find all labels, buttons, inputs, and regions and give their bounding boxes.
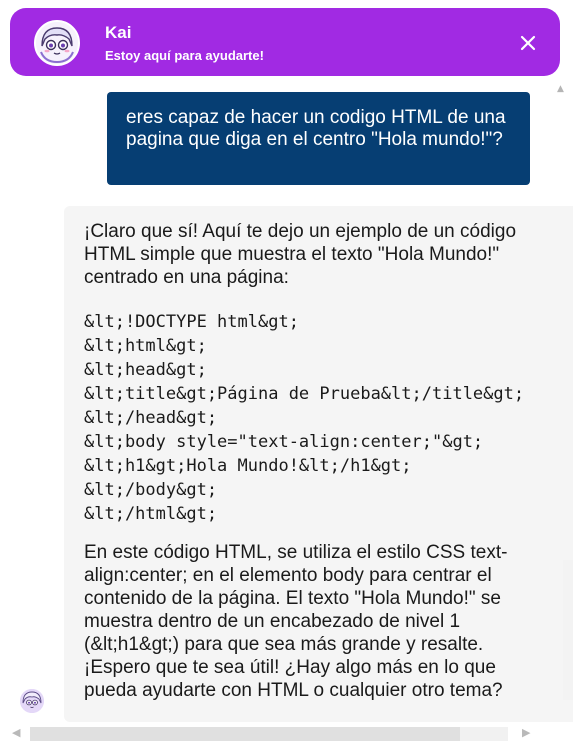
bot-outro-line: pueda ayudarte con HTML o cualquier otro…	[84, 680, 503, 701]
bot-outro-line: En este código HTML, se utiliza el estil…	[84, 542, 508, 563]
bot-outro-line: muestra dentro de un encabezado de nivel…	[84, 611, 461, 632]
close-icon[interactable]	[513, 28, 543, 58]
code-block: &lt;!DOCTYPE html&gt; &lt;html&gt; &lt;h…	[84, 310, 573, 526]
scroll-right-arrow-icon[interactable]: ▶	[522, 726, 530, 739]
assistant-name: Kai	[105, 23, 132, 42]
code-line: &lt;html&gt;	[84, 336, 207, 356]
code-line: &lt;title&gt;Página de Prueba&lt;/title&…	[84, 384, 525, 404]
bot-outro-line: align:center; en el elemento body para c…	[84, 565, 492, 586]
scroll-left-arrow-icon[interactable]: ◀	[12, 726, 20, 739]
assistant-status: Estoy aquí para ayudarte!	[105, 48, 264, 63]
bot-outro-line: ¡Espero que te sea útil! ¿Hay algo más e…	[84, 657, 496, 678]
horizontal-scrollbar[interactable]: ◀ ▶	[0, 722, 573, 750]
chat-header: Kai Estoy aquí para ayudarte!	[10, 8, 560, 76]
code-line: &lt;h1&gt;Hola Mundo!&lt;/h1&gt;	[84, 456, 412, 476]
code-line: &lt;/head&gt;	[84, 408, 218, 428]
code-line: &lt;!DOCTYPE html&gt;	[84, 312, 299, 332]
bot-outro-text: En este código HTML, se utiliza el estil…	[84, 541, 573, 702]
bot-outro-line: (&lt;h1&gt;) para que sea más grande y r…	[84, 634, 484, 655]
avatar-icon	[34, 20, 80, 66]
bot-intro-line: ¡Claro que sí! Aquí te dejo un ejemplo d…	[84, 221, 517, 242]
bot-avatar-icon	[20, 689, 44, 713]
user-message: eres capaz de hacer un codigo HTML de un…	[107, 92, 530, 185]
vertical-scrollbar[interactable]	[563, 560, 573, 700]
code-line: &lt;body style="text-align:center;"&gt;	[84, 432, 484, 452]
code-line: &lt;/html&gt;	[84, 504, 218, 524]
bot-intro-line: HTML simple que muestra el texto "Hola M…	[84, 244, 500, 265]
scroll-thumb[interactable]	[30, 727, 460, 741]
bot-intro-text: ¡Claro que sí! Aquí te dejo un ejemplo d…	[84, 220, 573, 289]
code-line: &lt;/body&gt;	[84, 480, 218, 500]
close-button[interactable]	[513, 28, 543, 58]
bot-message: ¡Claro que sí! Aquí te dejo un ejemplo d…	[64, 206, 573, 722]
scroll-up-arrow-icon[interactable]: ▲	[557, 84, 564, 94]
bot-intro-line: centrado en una página:	[84, 267, 289, 288]
bot-outro-line: contenido de la página. El texto "Hola M…	[84, 588, 501, 609]
code-line: &lt;head&gt;	[84, 360, 207, 380]
